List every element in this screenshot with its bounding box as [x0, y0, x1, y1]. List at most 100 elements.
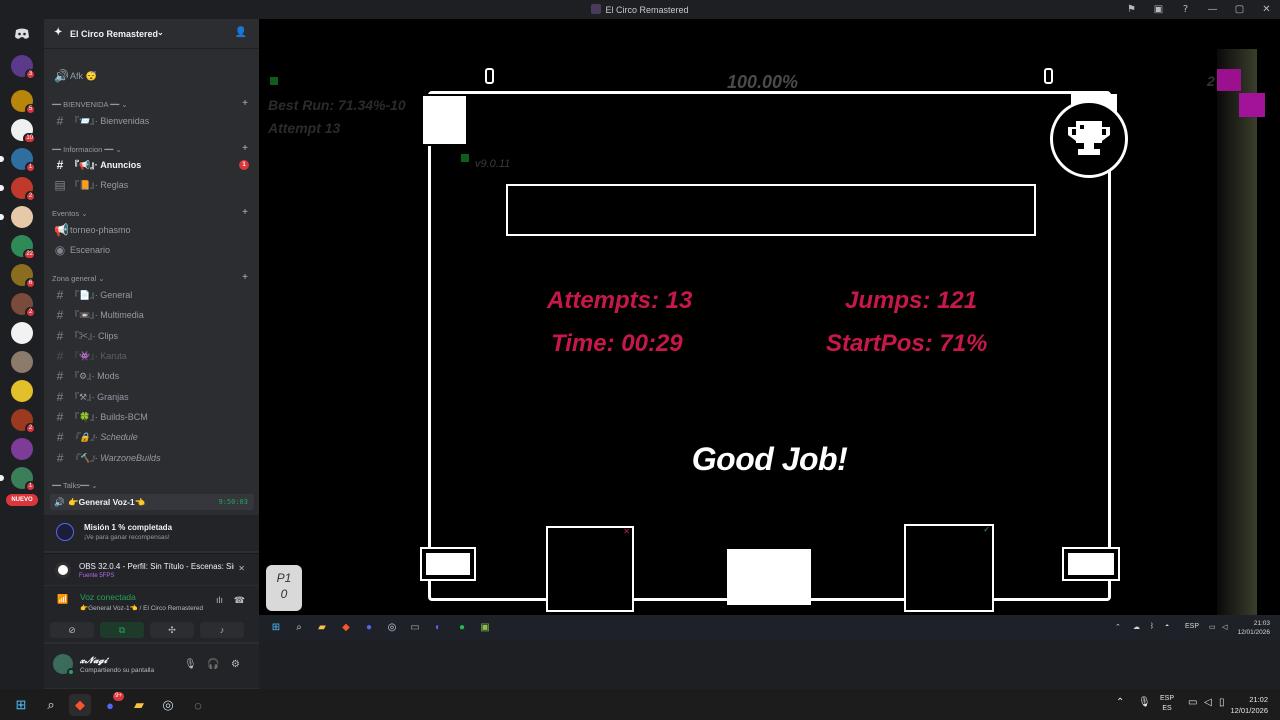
- add-channel-icon[interactable]: +: [242, 207, 248, 218]
- screen-share-button[interactable]: ⧉: [100, 622, 144, 638]
- chevron-down-icon: ⌄: [157, 28, 164, 37]
- background-block: [1239, 93, 1265, 117]
- steam-icon[interactable]: ◎: [157, 694, 179, 716]
- server-icon-7[interactable]: 22: [11, 235, 36, 260]
- system-clock[interactable]: 21:02 12/01/2026: [1230, 694, 1268, 716]
- channel-reglas[interactable]: ▤ 『📙』· Reglas: [52, 176, 252, 194]
- server-icon-6[interactable]: [0, 206, 33, 228]
- close-button[interactable]: ✕: [1253, 0, 1280, 19]
- tray-icon: ☁: [1133, 624, 1140, 631]
- inbox-icon[interactable]: ⚑: [1118, 0, 1145, 19]
- activities-button[interactable]: ✣: [150, 622, 194, 638]
- channel-clips[interactable]: # 『✂』· Clips: [52, 327, 252, 345]
- input-language: ESP: [1185, 623, 1200, 630]
- channel-granjas[interactable]: # 『⚒』· Granjas: [52, 388, 252, 406]
- gear-icon[interactable]: ⚙: [231, 659, 240, 670]
- new-servers-badge[interactable]: NUEVO: [6, 494, 38, 506]
- disconnect-icon[interactable]: ☎: [234, 595, 245, 606]
- channel-escenario[interactable]: ◉ Escenario: [52, 241, 252, 259]
- close-icon[interactable]: ✕: [238, 564, 245, 573]
- hash-icon: #: [56, 430, 64, 444]
- maximize-button[interactable]: ▢: [1226, 0, 1253, 19]
- battery-icon[interactable]: ▯: [1219, 697, 1225, 708]
- streamed-clock: 21:03 12/01/2026: [1237, 620, 1270, 636]
- server-icon-2[interactable]: 5: [11, 90, 36, 115]
- channel-schedule[interactable]: # 『🔒』· Schedule: [52, 428, 252, 446]
- volume-icon: ◁: [1222, 624, 1228, 631]
- obs-activity[interactable]: OBS 32.0.4 - Perfil: Sin Título - Escena…: [44, 553, 259, 585]
- windows-taskbar: ⊞ ⌕ ◆ ● 9+ ▰ ◎ ◌ ⌃ 🎙 ESP ES ▭ ◁ ▯ 21:02 12/…: [0, 689, 1280, 720]
- channel-bienvenidas[interactable]: # 『📨』· Bienvenidas: [52, 112, 252, 130]
- server-icon-12[interactable]: [11, 380, 33, 402]
- help-icon[interactable]: ?: [1172, 0, 1199, 19]
- server-icon-1[interactable]: 3: [11, 55, 36, 80]
- channel-karuta[interactable]: # 『👾』· Karuta: [52, 347, 252, 365]
- channel-builds-bcm[interactable]: # 『🍀』· Builds-BCM: [52, 408, 252, 426]
- add-channel-icon[interactable]: +: [242, 272, 248, 283]
- brave-icon[interactable]: ◆: [69, 694, 91, 716]
- volume-icon[interactable]: ◁: [1204, 697, 1212, 708]
- server-icon-9[interactable]: 2: [11, 293, 36, 318]
- channel-multimedia[interactable]: # 『📼』· Multimedia: [52, 306, 252, 324]
- geometry-dash-icon[interactable]: ◌: [187, 694, 209, 716]
- stream-view[interactable]: 2 Best Run: 71.34%-10 Attempt 13 100.00%…: [259, 19, 1280, 615]
- server-icon-4[interactable]: 1: [0, 148, 36, 173]
- microphone-icon[interactable]: 🎙: [1138, 697, 1151, 708]
- network-icon[interactable]: ▭: [1188, 697, 1197, 708]
- category-talks[interactable]: ━━ Talks━━ ⌄: [52, 481, 252, 490]
- server-icon-11[interactable]: [11, 351, 33, 373]
- streamed-taskbar: ⊞ ⌕ ▰ ◆ ● ◎ ▭ ◐ ● ▣ ⌃ ☁ ᛒ ◓ ESP ▭ ◁ 21:0…: [259, 615, 1280, 641]
- hash-icon: #: [56, 114, 64, 128]
- server-icon-8[interactable]: 6: [11, 264, 36, 289]
- category-eventos[interactable]: Eventos ⌄ +: [52, 207, 252, 218]
- microphone-icon[interactable]: 🎙: [184, 659, 197, 670]
- soundboard-button[interactable]: ♪: [200, 622, 244, 638]
- channel-warzonebuilds[interactable]: # 『🔨』· WarzoneBuilds: [52, 449, 252, 467]
- channel-torneo-phasmo[interactable]: 📢 torneo-phasmo: [52, 221, 252, 239]
- server-icon-15[interactable]: 1: [0, 467, 36, 492]
- avatar[interactable]: [53, 654, 75, 676]
- server-icon-3[interactable]: 10: [11, 119, 36, 144]
- minimize-button[interactable]: —: [1199, 0, 1226, 19]
- discord-home-icon[interactable]: [11, 23, 33, 45]
- mention-badge: 1: [239, 160, 249, 170]
- server-icon-5[interactable]: 2: [0, 177, 36, 202]
- windows-start-icon[interactable]: ⊞: [10, 694, 32, 716]
- chain-pin: [485, 68, 494, 84]
- discord-icon[interactable]: ● 9+: [99, 692, 124, 716]
- tray-chevron-icon[interactable]: ⌃: [1116, 697, 1124, 708]
- attempt-label: Attempt 13: [268, 120, 341, 136]
- screen-share-icon[interactable]: ▣: [1145, 0, 1172, 19]
- mission-banner[interactable]: Misión 1 % completada ¡Ve para ganar rec…: [44, 515, 259, 551]
- corner-block: [1062, 547, 1120, 581]
- server-header[interactable]: ✦ El Circo Remastered ⌄ 👤: [44, 19, 259, 49]
- username[interactable]: 𝔁𝓝𝓪𝓰𝓲: [80, 655, 107, 666]
- menu-button-center[interactable]: [727, 549, 811, 605]
- add-channel-icon[interactable]: +: [242, 98, 248, 109]
- channel-general[interactable]: # 『📄』· General: [52, 286, 252, 304]
- category-informacion[interactable]: ━━ Informacion ━━ ⌄ +: [52, 143, 252, 154]
- server-icon-10[interactable]: [11, 322, 33, 344]
- category-zona-general[interactable]: Zona general ⌄ +: [52, 272, 252, 283]
- channel-anuncios[interactable]: # 『📢』· Anuncios 1: [52, 156, 252, 174]
- menu-button-left[interactable]: ✕: [546, 526, 634, 612]
- stat-attempts: Attempts: 13: [547, 287, 693, 314]
- input-language[interactable]: ESP ES: [1160, 694, 1174, 714]
- invite-people-icon[interactable]: 👤: [235, 27, 247, 38]
- close-icon: ✕: [623, 527, 630, 536]
- spotify-icon: ●: [458, 622, 466, 633]
- server-icon-13[interactable]: 2: [11, 409, 36, 434]
- menu-button-right[interactable]: ✓: [904, 524, 994, 612]
- channel-mods[interactable]: # 『⚙』· Mods: [52, 367, 252, 385]
- server-icon-14[interactable]: [11, 438, 33, 460]
- channel-afk[interactable]: 🔊 Afk 😴: [52, 67, 252, 85]
- search-icon[interactable]: ⌕: [40, 694, 62, 716]
- category-bienvenida[interactable]: ━━ BIENVENIDA ━━ ⌄ +: [52, 98, 252, 109]
- voice-channel-general-voz-1[interactable]: 🔊 👉General Voz-1👈 9:50:03: [50, 494, 254, 510]
- noise-suppression-icon[interactable]: ılı: [216, 595, 223, 605]
- background-strip: [1217, 49, 1257, 615]
- camera-off-button[interactable]: ⊘: [50, 622, 94, 638]
- headphones-icon[interactable]: 🎧: [207, 659, 219, 670]
- add-channel-icon[interactable]: +: [242, 143, 248, 154]
- file-explorer-icon[interactable]: ▰: [128, 694, 150, 716]
